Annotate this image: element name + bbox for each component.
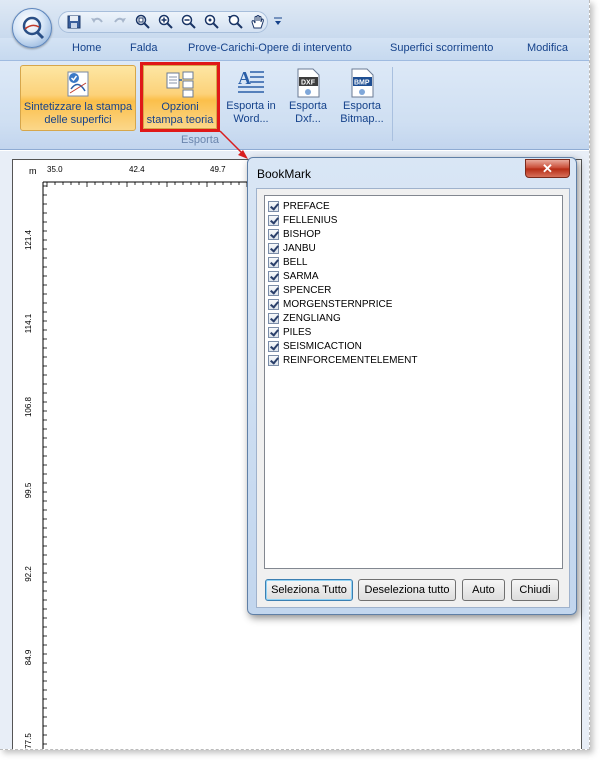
list-item[interactable]: JANBU [268,241,562,255]
list-item-label: BELL [283,256,308,268]
app-window: Home Falda Prove-Carichi-Opere di interv… [0,0,590,750]
auto-button[interactable]: Auto [462,579,505,601]
list-item[interactable]: MORGENSTERNPRICE [268,297,562,311]
list-item-label: REINFORCEMENTELEMENT [283,354,418,366]
y-axis-labels: 121.4 114.1 106.8 99.5 92.2 84.9 77.5 [24,229,33,748]
checkbox[interactable] [268,242,279,254]
list-item[interactable]: ZENGLIANG [268,311,562,325]
y-tick-label: 84.9 [24,649,33,665]
bookmark-list[interactable]: PREFACE FELLENIUS BISHOP JANBU BELL SARM… [264,195,563,569]
checkbox[interactable] [268,200,279,212]
checkbox[interactable] [268,326,279,338]
list-item[interactable]: PREFACE [268,199,562,213]
list-item-label: PREFACE [283,200,330,212]
select-all-button[interactable]: Seleziona Tutto [265,579,353,601]
y-tick-label: 106.8 [24,396,33,417]
list-item-label: FELLENIUS [283,214,338,226]
dialog-title: BookMark [257,167,312,181]
y-tick-label: 92.2 [24,566,33,582]
list-item[interactable]: SEISMICACTION [268,339,562,353]
list-item-label: PILES [283,326,312,338]
app-logo-icon [22,16,45,40]
y-axis-ticks [43,185,47,745]
y-tick-label: 99.5 [24,482,33,498]
checkbox[interactable] [268,284,279,296]
list-item[interactable]: BELL [268,255,562,269]
list-item[interactable]: REINFORCEMENTELEMENT [268,353,562,367]
dialog-close-button[interactable]: ✕ [525,159,570,178]
y-tick-label: 77.5 [24,733,33,749]
close-button[interactable]: Chiudi [511,579,559,601]
checkbox[interactable] [268,214,279,226]
checkbox[interactable] [268,354,279,366]
checkbox[interactable] [268,228,279,240]
list-item[interactable]: SPENCER [268,283,562,297]
list-item-label: MORGENSTERNPRICE [283,298,393,310]
list-item-label: SEISMICACTION [283,340,362,352]
checkbox[interactable] [268,298,279,310]
list-item-label: SARMA [283,270,319,282]
checkbox[interactable] [268,270,279,282]
list-item[interactable]: BISHOP [268,227,562,241]
list-item-label: JANBU [283,242,316,254]
close-icon: ✕ [542,160,553,176]
deselect-all-button[interactable]: Deseleziona tutto [358,579,456,601]
list-item-label: ZENGLIANG [283,312,341,324]
list-item[interactable]: PILES [268,325,562,339]
app-menu-button[interactable] [12,8,52,48]
list-item-label: SPENCER [283,284,332,296]
checkbox[interactable] [268,312,279,324]
checkbox[interactable] [268,256,279,268]
bookmark-dialog: BookMark ✕ PREFACE FELLENIUS BISHOP JANB… [247,157,577,615]
dialog-body: PREFACE FELLENIUS BISHOP JANBU BELL SARM… [256,188,570,608]
checkbox[interactable] [268,340,279,352]
list-item[interactable]: SARMA [268,269,562,283]
list-item[interactable]: FELLENIUS [268,213,562,227]
y-tick-label: 121.4 [24,229,33,250]
y-tick-label: 114.1 [24,313,33,333]
list-item-label: BISHOP [283,228,321,240]
